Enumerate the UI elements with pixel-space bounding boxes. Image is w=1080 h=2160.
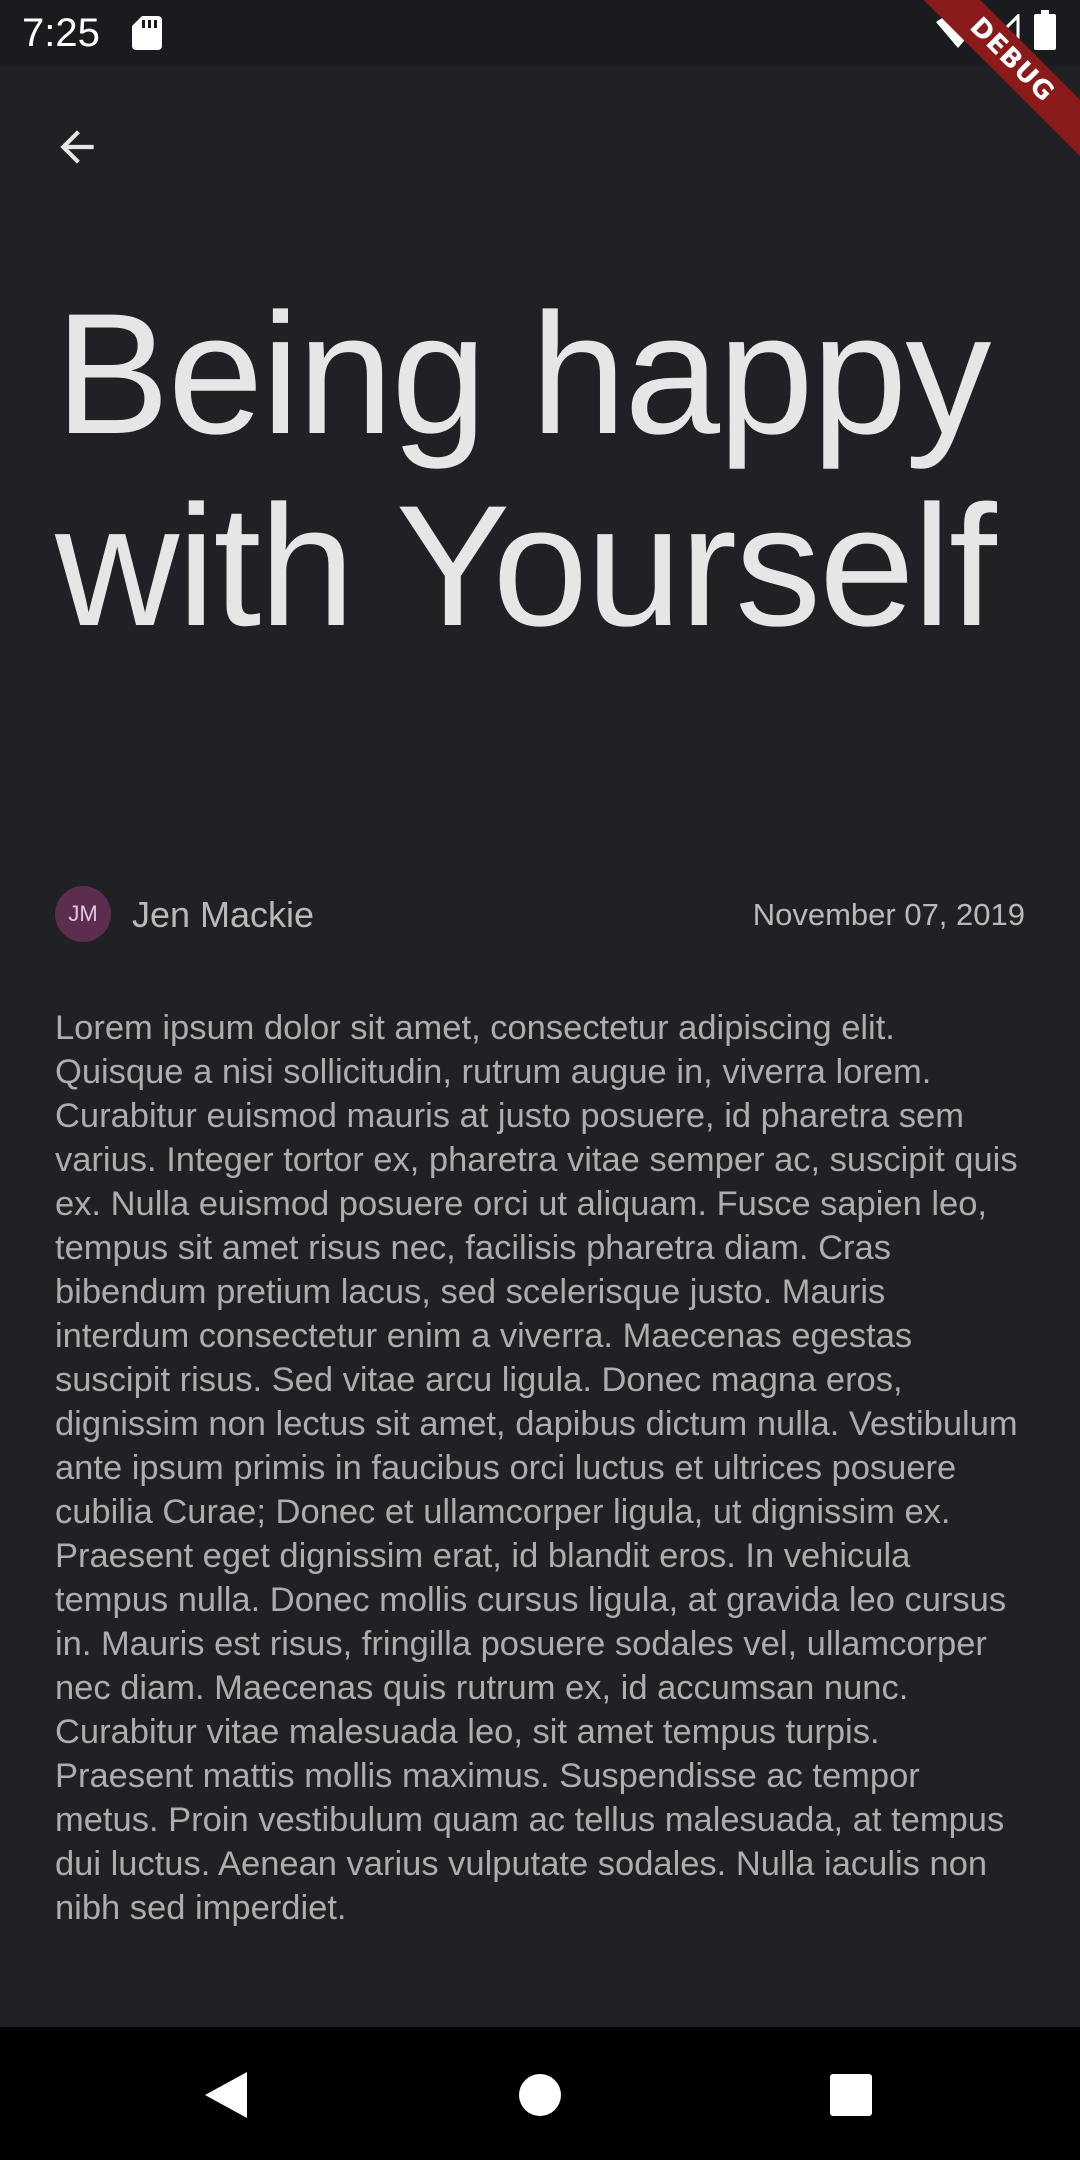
author-row: JM Jen Mackie November 07, 2019 — [55, 886, 1025, 942]
article-body: Lorem ipsum dolor sit amet, consectetur … — [55, 1009, 1018, 1927]
nav-recents-icon — [830, 2074, 872, 2116]
status-bar: 7:25 — [0, 0, 1080, 66]
screen: 7:25 DEBUG Being happy with Yourself JM — [0, 0, 1080, 2160]
sd-card-icon — [132, 16, 162, 50]
arrow-left-icon — [60, 130, 94, 164]
back-button[interactable] — [36, 106, 118, 188]
author-name: Jen Mackie — [132, 894, 315, 935]
status-time: 7:25 — [22, 11, 100, 55]
wifi-icon — [936, 14, 980, 48]
signal-icon — [984, 14, 1020, 50]
nav-back-button[interactable] — [186, 2055, 266, 2135]
avatar: JM — [55, 886, 111, 942]
article-title: Being happy with Yourself — [55, 278, 997, 662]
navigation-bar — [0, 2027, 1080, 2160]
nav-recents-button[interactable] — [811, 2055, 891, 2135]
nav-home-icon — [519, 2074, 561, 2116]
battery-icon — [1034, 10, 1056, 50]
nav-home-button[interactable] — [500, 2055, 580, 2135]
post-date: November 07, 2019 — [752, 897, 1025, 932]
nav-back-icon — [205, 2072, 247, 2118]
